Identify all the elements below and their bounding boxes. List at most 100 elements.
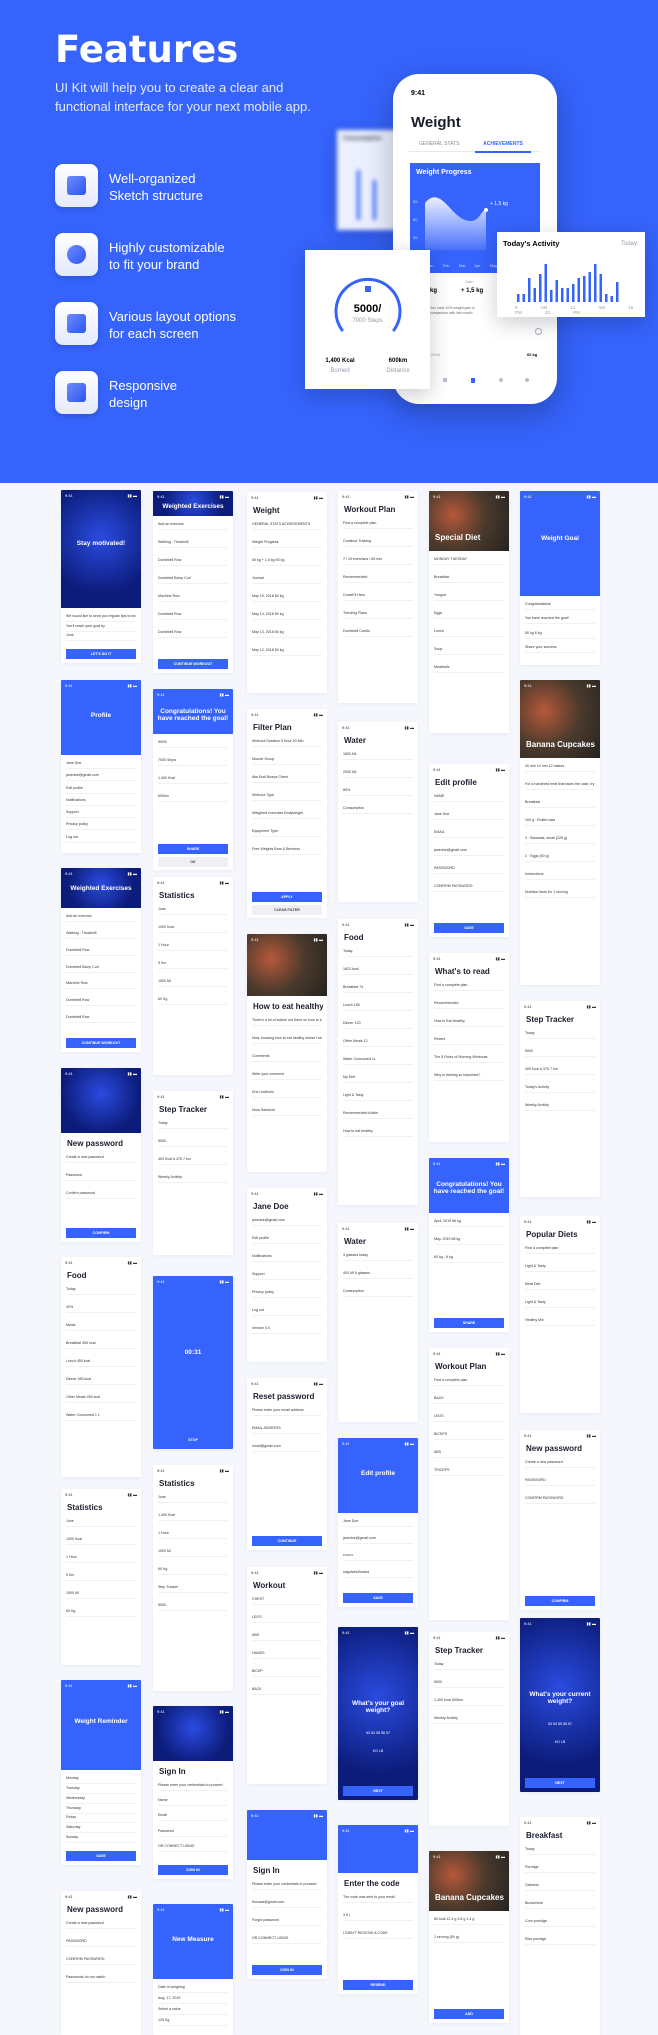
- list-item[interactable]: ABS: [434, 1450, 504, 1458]
- list-item[interactable]: Machine Row: [66, 981, 136, 990]
- list-item[interactable]: 3 8 |: [343, 1913, 413, 1921]
- list-item[interactable]: Rice porridge: [525, 1937, 595, 1945]
- list-item[interactable]: 1500 Ml: [66, 1591, 136, 1599]
- list-item[interactable]: 60 Kg: [158, 997, 228, 1005]
- confirm-button[interactable]: CONFIRM: [525, 1596, 595, 1606]
- list-item[interactable]: Privacy policy: [252, 1290, 322, 1298]
- list-item[interactable]: BACK: [252, 1687, 322, 1695]
- list-item[interactable]: CrossFit Hero: [343, 593, 413, 601]
- list-item[interactable]: Step Tracker: [158, 1585, 228, 1593]
- list-item[interactable]: Free Weights Bars & Benches: [252, 847, 322, 855]
- list-item[interactable]: 50 kg 6 kg: [525, 631, 595, 639]
- list-item[interactable]: 60 Kg: [158, 1567, 228, 1575]
- share-button[interactable]: SHARE: [158, 844, 228, 854]
- list-item[interactable]: May 14, 2018 60 kg: [252, 612, 322, 620]
- list-item[interactable]: 3 · Bananas, small (225 g): [525, 836, 595, 844]
- list-item[interactable]: Water Consumed 1L: [343, 1057, 413, 1065]
- list-item[interactable]: PASSWORD: [434, 866, 504, 874]
- list-item[interactable]: 5000: [158, 1139, 228, 1147]
- list-item[interactable]: 40 min 10 min 12 makes: [525, 764, 595, 772]
- list-item[interactable]: Find a complete plan: [343, 521, 413, 529]
- continue-workout-button[interactable]: CONTINUE WORKOUT: [158, 659, 228, 669]
- list-item[interactable]: Buckwheat: [525, 1901, 595, 1909]
- list-item[interactable]: CONFIRM PASSWORD: [66, 1957, 136, 1965]
- list-item[interactable]: Find a complete plan: [434, 1378, 504, 1386]
- list-item[interactable]: Light & Tasty: [343, 1093, 413, 1101]
- list-item[interactable]: Log out: [252, 1308, 322, 1316]
- list-item[interactable]: I DIDN'T RECEIVE A CODE: [343, 1931, 413, 1939]
- list-item[interactable]: 1,400 Kcal: [158, 1513, 228, 1521]
- list-item[interactable]: Create a new password: [66, 1155, 136, 1163]
- list-item[interactable]: 400 Kcal 6,376 7 km: [158, 1157, 228, 1165]
- list-item[interactable]: ABS: [252, 1633, 322, 1641]
- list-item[interactable]: Please enter your credentials to proceed: [158, 1783, 228, 1791]
- list-item[interactable]: Wednesday: [66, 1796, 136, 1804]
- list-item[interactable]: Friday: [66, 1815, 136, 1824]
- list-item[interactable]: 600km: [158, 794, 228, 802]
- list-item[interactable]: Today: [343, 949, 413, 957]
- nav-food-icon[interactable]: [499, 378, 503, 382]
- list-item[interactable]: Dumbbell Row: [66, 948, 136, 956]
- list-item[interactable]: Breakfast 450 kcal: [66, 1341, 136, 1349]
- list-item[interactable]: Support: [252, 1272, 322, 1280]
- list-item[interactable]: Recommended Article: [343, 1111, 413, 1119]
- list-item[interactable]: Edit profile: [66, 786, 136, 794]
- list-item[interactable]: The code was sent to your email: [343, 1895, 413, 1903]
- list-item[interactable]: ••••••••: [343, 1553, 413, 1561]
- list-item[interactable]: 400 Ml 8 glasses: [343, 1271, 413, 1279]
- list-item[interactable]: Muscle Group: [252, 757, 322, 765]
- list-item[interactable]: KG LB: [525, 1740, 595, 1748]
- list-item[interactable]: June: [158, 907, 228, 915]
- list-item[interactable]: 2000 ML: [343, 770, 413, 778]
- list-item[interactable]: Soup: [434, 647, 504, 655]
- list-item[interactable]: Lunch 156: [343, 1003, 413, 1011]
- list-item[interactable]: 400 Kcal 6,376 7 km: [525, 1067, 595, 1075]
- list-item[interactable]: Weekly Activity: [158, 1175, 228, 1183]
- list-item[interactable]: TRICEPS: [434, 1468, 504, 1476]
- continue-workout-button[interactable]: CONTINUE WORKOUT: [66, 1038, 136, 1048]
- list-item[interactable]: Workout Type: [252, 793, 322, 801]
- list-item[interactable]: email@gmail.com: [252, 1444, 322, 1452]
- list-item[interactable]: How to Eat Healthy: [434, 1019, 504, 1027]
- save-button[interactable]: SAVE: [434, 923, 504, 933]
- list-item[interactable]: Edit profile: [252, 1236, 322, 1244]
- list-item[interactable]: 100 g · Rolled oats: [525, 818, 595, 826]
- continue-button[interactable]: CONTINUE: [252, 1536, 322, 1546]
- list-item[interactable]: Walking - Treadmill: [158, 540, 228, 548]
- list-item[interactable]: May 12, 2018 60 kg: [252, 648, 322, 656]
- list-item[interactable]: Sunday: [66, 1835, 136, 1844]
- list-item[interactable]: Dumbbell Row: [66, 998, 136, 1007]
- list-item[interactable]: BICEP: [252, 1669, 322, 1677]
- nav-profile-icon[interactable]: [525, 378, 529, 382]
- list-item[interactable]: Eggs: [434, 611, 504, 619]
- list-item[interactable]: 5 Km: [66, 1573, 136, 1581]
- list-item[interactable]: 60 kcal 12.4 g 3.8 g 1.4 g: [434, 1917, 504, 1925]
- list-item[interactable]: Please enter your email address.: [252, 1408, 322, 1416]
- list-item[interactable]: 40%: [66, 1305, 136, 1313]
- save-button[interactable]: SAVE: [343, 1593, 413, 1603]
- list-item[interactable]: Now, knowing how to eat healthy doesn't …: [252, 1036, 322, 1044]
- list-item[interactable]: Kris Lindholm: [252, 1090, 322, 1098]
- list-item[interactable]: Tuesday: [66, 1786, 136, 1794]
- list-item[interactable]: 53 54 55 56 57: [343, 1731, 413, 1739]
- list-item[interactable]: Oatmeal: [525, 1883, 595, 1891]
- list-item[interactable]: Porridge: [525, 1865, 595, 1873]
- list-item[interactable]: For a handheld treat that takes the cake…: [525, 782, 595, 790]
- list-item[interactable]: Other Meals 12: [343, 1039, 413, 1047]
- next-button[interactable]: NEXT: [525, 1778, 595, 1788]
- list-item[interactable]: Breakfast: [434, 575, 504, 583]
- list-item[interactable]: Find a complete plan: [434, 983, 504, 991]
- list-item[interactable]: Why is training so important?: [434, 1073, 504, 1081]
- list-item[interactable]: finnuwa@gmail.com: [252, 1900, 322, 1908]
- list-item[interactable]: LEGS: [434, 1414, 504, 1422]
- list-item[interactable]: OR CONNECT USING: [158, 1844, 228, 1852]
- list-item[interactable]: HANDS: [252, 1651, 322, 1659]
- list-item[interactable]: 1000 Kcal: [158, 925, 228, 933]
- apply-button[interactable]: APPLY: [252, 892, 322, 902]
- list-item[interactable]: Create a new password: [525, 1460, 595, 1468]
- list-item[interactable]: Nutrition facts for 1 serving: [525, 890, 595, 898]
- list-item[interactable]: Today: [525, 1031, 595, 1039]
- list-item[interactable]: Today: [434, 1662, 504, 1670]
- list-item[interactable]: LEGS: [252, 1615, 322, 1623]
- list-item[interactable]: 5000: [434, 1680, 504, 1688]
